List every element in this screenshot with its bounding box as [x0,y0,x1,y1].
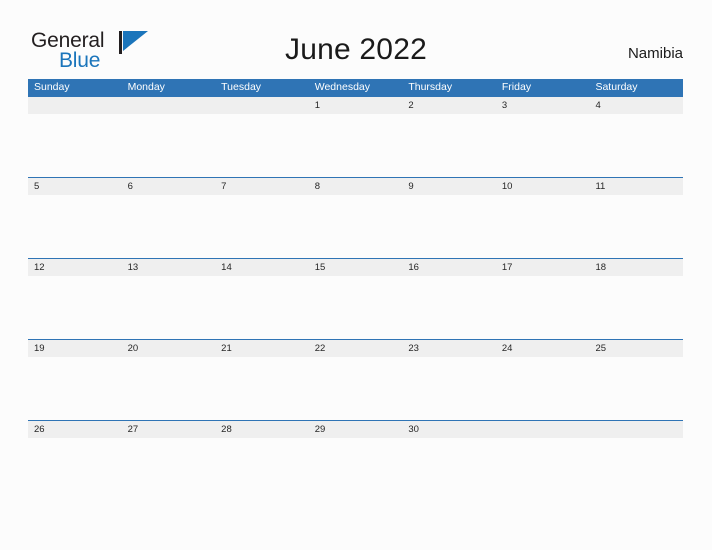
day-cell[interactable]: 1 [309,97,403,114]
day-cell[interactable]: 16 [402,259,496,276]
day-cell[interactable] [28,97,122,114]
page-header: General Blue June 2022 Namibia [0,0,712,79]
weekday-header-saturday: Saturday [595,81,638,93]
calendar-week-row: 1 2 3 4 [28,96,683,177]
day-cell[interactable]: 18 [589,259,683,276]
calendar-week-row: 12 13 14 15 16 17 18 [28,258,683,339]
day-cell[interactable]: 14 [215,259,309,276]
day-cell[interactable]: 15 [309,259,403,276]
day-cell[interactable]: 17 [496,259,590,276]
day-cell[interactable]: 26 [28,421,122,438]
day-cell[interactable] [122,97,216,114]
week-content-area [28,114,683,177]
day-cell[interactable]: 22 [309,340,403,357]
day-cell[interactable]: 25 [589,340,683,357]
day-cell[interactable] [589,421,683,438]
day-cell[interactable]: 3 [496,97,590,114]
day-cell[interactable]: 20 [122,340,216,357]
day-cell[interactable]: 4 [589,97,683,114]
weekday-header-tuesday: Tuesday [221,81,262,93]
week-date-band: 5 6 7 8 9 10 11 [28,177,683,195]
weekday-header-sunday: Sunday [34,81,70,93]
calendar-week-row: 19 20 21 22 23 24 25 [28,339,683,420]
day-cell[interactable]: 5 [28,178,122,195]
weekday-header-monday: Monday [127,81,165,93]
weekday-header-friday: Friday [501,81,532,93]
day-cell[interactable]: 10 [496,178,590,195]
week-content-area [28,438,683,501]
week-date-band: 1 2 3 4 [28,96,683,114]
day-cell[interactable]: 13 [122,259,216,276]
day-cell[interactable]: 19 [28,340,122,357]
day-cell[interactable]: 29 [309,421,403,438]
day-cell[interactable]: 21 [215,340,309,357]
week-content-area [28,195,683,258]
calendar-week-row: 5 6 7 8 9 10 11 [28,177,683,258]
week-content-area [28,357,683,420]
week-content-area [28,276,683,339]
weekday-header-wednesday: Wednesday [314,81,370,93]
week-date-band: 19 20 21 22 23 24 25 [28,339,683,357]
day-cell[interactable]: 8 [309,178,403,195]
day-cell[interactable]: 6 [122,178,216,195]
locale-label: Namibia [627,45,683,62]
day-cell[interactable]: 7 [215,178,309,195]
day-cell[interactable]: 23 [402,340,496,357]
day-cell[interactable]: 30 [402,421,496,438]
day-cell[interactable]: 9 [402,178,496,195]
day-cell[interactable]: 28 [215,421,309,438]
calendar-grid: Sunday Monday Tuesday Wednesday Thursday… [28,79,683,501]
day-cell[interactable]: 2 [402,97,496,114]
day-cell[interactable]: 11 [589,178,683,195]
weekday-header-row: Sunday Monday Tuesday Wednesday Thursday… [28,79,683,96]
page-title: June 2022 [285,33,427,66]
weekday-header-thursday: Thursday [408,81,453,93]
day-cell[interactable] [496,421,590,438]
week-date-band: 26 27 28 29 30 [28,420,683,438]
day-cell[interactable]: 12 [28,259,122,276]
day-cell[interactable]: 24 [496,340,590,357]
calendar-page: General Blue June 2022 Namibia Sunday Mo… [0,0,712,550]
day-cell[interactable] [215,97,309,114]
day-cell[interactable]: 27 [122,421,216,438]
calendar-week-row: 26 27 28 29 30 [28,420,683,501]
week-date-band: 12 13 14 15 16 17 18 [28,258,683,276]
